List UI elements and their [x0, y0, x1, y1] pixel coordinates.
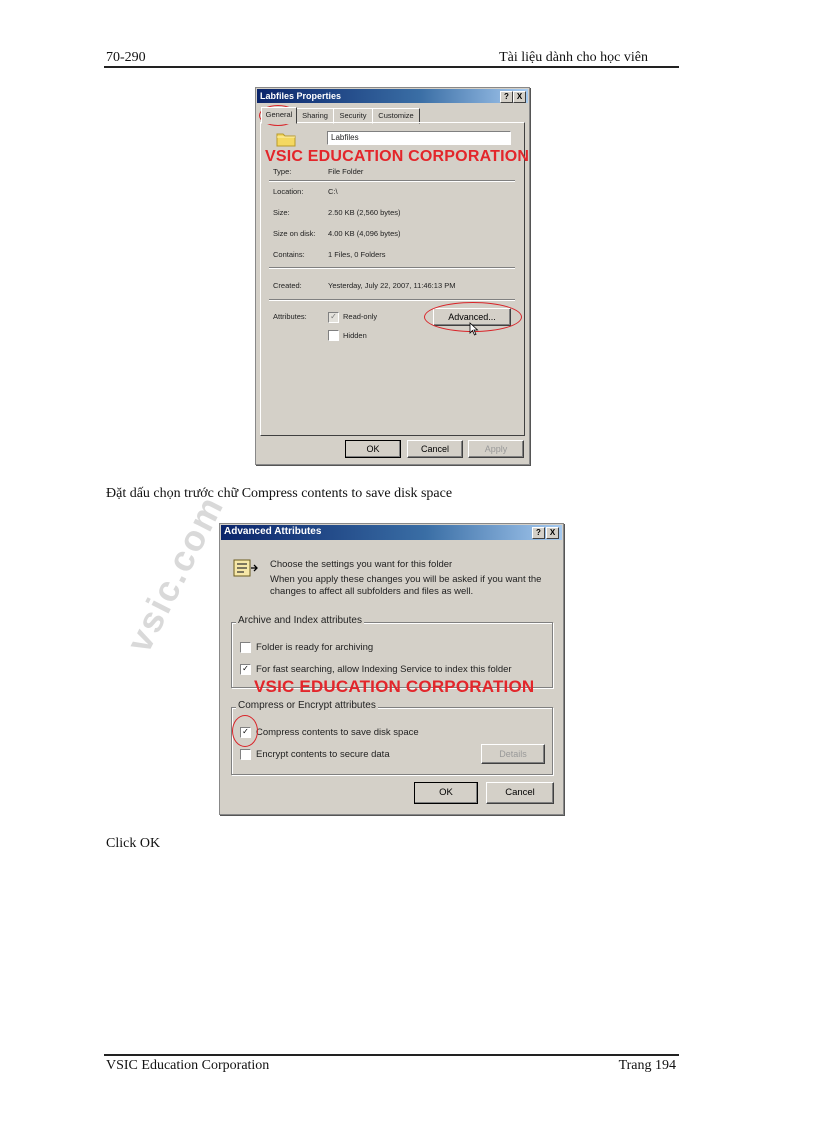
page-header-left: 70-290 — [106, 50, 146, 65]
close-button[interactable]: X — [546, 527, 559, 539]
advanced-title: Advanced Attributes — [224, 526, 322, 537]
encrypt-label: Encrypt contents to secure data — [256, 749, 390, 760]
contains-label: Contains: — [273, 250, 305, 259]
compress-highlight — [232, 715, 258, 747]
size-on-disk-label: Size on disk: — [273, 229, 316, 238]
hidden-checkbox[interactable] — [328, 330, 339, 341]
created-label: Created: — [273, 281, 302, 290]
header-rule — [104, 66, 679, 68]
folder-icon — [276, 131, 296, 147]
cancel-button[interactable]: Cancel — [486, 782, 554, 804]
size-value: 2.50 KB (2,560 bytes) — [328, 208, 401, 217]
archive-checkbox[interactable] — [240, 642, 251, 653]
separator — [269, 299, 515, 301]
readonly-label: Read-only — [343, 312, 378, 321]
archive-index-group-label: Archive and Index attributes — [236, 615, 364, 626]
readonly-checkbox[interactable]: ✓ — [328, 312, 339, 323]
separator — [269, 180, 515, 182]
cancel-button[interactable]: Cancel — [407, 440, 463, 458]
help-button[interactable]: ? — [532, 527, 545, 539]
footer-rule — [104, 1054, 679, 1056]
index-label: For fast searching, allow Indexing Servi… — [256, 664, 512, 675]
attributes-label: Attributes: — [273, 312, 307, 321]
properties-title: Labfiles Properties — [260, 91, 342, 101]
properties-title-bar[interactable]: Labfiles Properties ? X — [257, 89, 528, 103]
separator — [269, 267, 515, 269]
ok-button[interactable]: OK — [345, 440, 401, 458]
index-checkbox[interactable]: ✓ — [240, 664, 251, 675]
location-label: Location: — [273, 187, 304, 196]
tab-general[interactable]: General — [261, 107, 297, 124]
encrypt-checkbox[interactable] — [240, 749, 251, 760]
contains-value: 1 Files, 0 Folders — [328, 250, 386, 259]
general-panel: Labfiles VSIC EDUCATION CORPORATION Type… — [260, 122, 529, 436]
page-footer-left: VSIC Education Corporation — [106, 1058, 270, 1073]
size-on-disk-value: 4.00 KB (4,096 bytes) — [328, 229, 401, 238]
cursor-icon — [469, 322, 479, 336]
compress-label: Compress contents to save disk space — [256, 727, 419, 738]
advanced-title-bar[interactable]: Advanced Attributes ? X — [221, 525, 562, 540]
compress-encrypt-group-label: Compress or Encrypt attributes — [236, 700, 378, 711]
ok-button[interactable]: OK — [414, 782, 478, 804]
properties-dialog: Labfiles Properties ? X General Sharing … — [255, 87, 530, 465]
advanced-attributes-dialog: Advanced Attributes ? X Choose the setti… — [219, 523, 564, 815]
archive-label: Folder is ready for archiving — [256, 642, 374, 653]
help-button[interactable]: ? — [500, 91, 513, 103]
page-footer-right: Trang 194 — [618, 1058, 676, 1073]
compress-encrypt-group — [231, 707, 553, 775]
apply-button[interactable]: Apply — [468, 440, 524, 458]
instruction-compress: Đặt dấu chọn trước chữ Compress contents… — [106, 486, 453, 501]
size-label: Size: — [273, 208, 290, 217]
details-button[interactable]: Details — [481, 744, 545, 764]
folder-name-field[interactable]: Labfiles — [327, 131, 511, 145]
watermark-text: vsic.com — [118, 488, 232, 659]
intro-text: When you apply these changes you will be… — [270, 574, 542, 597]
created-value: Yesterday, July 22, 2007, 11:46:13 PM — [328, 281, 456, 290]
hidden-label: Hidden — [343, 331, 367, 340]
settings-icon — [232, 557, 258, 579]
instruction-click-ok: Click OK — [106, 836, 161, 851]
location-value: C:\ — [328, 187, 338, 196]
page-header-right: Tài liệu dành cho học viên — [499, 50, 648, 65]
type-value: File Folder — [328, 167, 364, 176]
close-button[interactable]: X — [513, 91, 526, 103]
watermark-overlay-2: VSIC EDUCATION CORPORATION — [254, 677, 535, 696]
watermark-overlay-1: VSIC EDUCATION CORPORATION — [265, 148, 530, 165]
type-label: Type: — [273, 167, 292, 176]
intro-heading: Choose the settings you want for this fo… — [270, 559, 453, 570]
